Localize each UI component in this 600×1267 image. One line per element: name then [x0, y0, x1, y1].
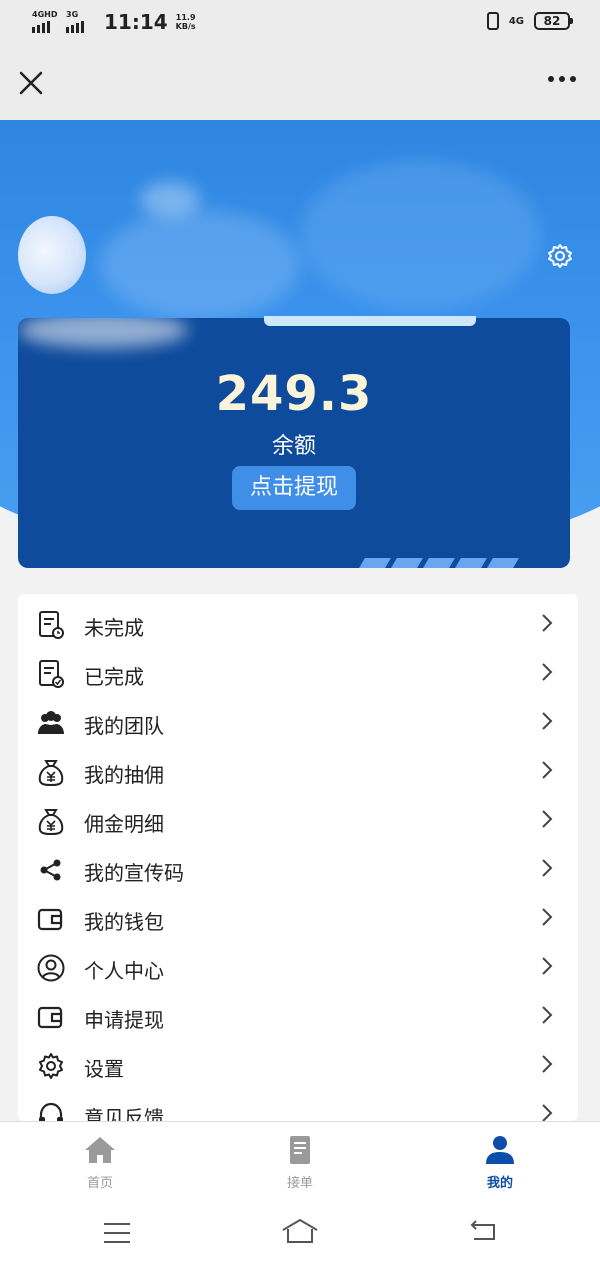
gear-icon — [39, 1053, 63, 1079]
headset-icon — [39, 1102, 63, 1121]
chevron-right-icon — [542, 1055, 553, 1073]
moon-illustration — [18, 216, 86, 294]
menu-item-my-team[interactable]: 我的团队 — [18, 700, 578, 749]
card-notch — [264, 316, 476, 326]
chevron-right-icon — [542, 712, 553, 730]
menu-item-personal-center[interactable]: 个人中心 — [18, 945, 578, 994]
user-circle-icon — [37, 954, 65, 982]
menu-item-my-wallet[interactable]: 我的钱包 — [18, 896, 578, 945]
network-speed: 11.9 KB/s — [175, 13, 196, 31]
signal-3g-icon: 3G — [66, 11, 92, 33]
document-icon — [290, 1136, 310, 1164]
chevron-right-icon — [542, 810, 553, 828]
chevron-right-icon — [542, 908, 553, 926]
menu-item-settings[interactable]: 设置 — [18, 1043, 578, 1092]
more-options-button[interactable] — [548, 76, 576, 82]
menu-item-my-commission[interactable]: 我的抽佣 — [18, 749, 578, 798]
tab-orders[interactable]: 接单 — [240, 1134, 360, 1191]
bottom-tab-bar: 首页 接单 我的 — [0, 1121, 600, 1206]
status-bar: 4GHD 3G 11:14 11.9 KB/s 4G 82 — [0, 0, 600, 46]
system-navigation-bar — [0, 1205, 600, 1267]
decorative-stripes — [359, 558, 519, 568]
menu-item-completed[interactable]: 已完成 — [18, 651, 578, 700]
money-bag-icon — [38, 809, 64, 836]
wallet-icon — [37, 908, 63, 931]
home-icon — [85, 1137, 115, 1163]
chevron-right-icon — [542, 957, 553, 975]
vibrate-icon — [486, 12, 499, 30]
chevron-right-icon — [542, 614, 553, 632]
network-type: 4G — [508, 15, 524, 27]
team-icon — [38, 711, 64, 734]
home-nav-icon[interactable] — [280, 1217, 320, 1245]
pending-document-icon — [39, 611, 64, 639]
chevron-right-icon — [542, 761, 553, 779]
balance-label: 余额 — [271, 434, 316, 459]
menu-item-pending[interactable]: 未完成 — [18, 602, 578, 651]
user-icon — [486, 1136, 514, 1164]
menu-item-apply-withdrawal[interactable]: 申请提现 — [18, 994, 578, 1043]
withdraw-button[interactable]: 点击提现 — [232, 466, 356, 510]
balance-card: 249.3 余额 点击提现 — [18, 318, 570, 568]
menu-item-commission-details[interactable]: 佣金明细 — [18, 798, 578, 847]
close-icon[interactable] — [16, 68, 46, 98]
signal-4g-icon: 4GHD — [32, 11, 58, 33]
chevron-right-icon — [542, 1006, 553, 1024]
settings-gear-icon[interactable] — [546, 242, 574, 270]
wallet-icon — [37, 1006, 63, 1029]
completed-document-icon — [39, 660, 64, 688]
battery-indicator: 82 — [534, 12, 573, 30]
back-icon[interactable] — [468, 1219, 498, 1243]
balance-amount: 249.3 — [215, 366, 373, 422]
menu-icon[interactable] — [102, 1221, 132, 1245]
menu-list: 未完成 已完成 我的团队 我的抽佣 佣金明细 我的宣传码 我的钱包 个人中心 申… — [18, 594, 578, 1121]
tab-home[interactable]: 首页 — [40, 1134, 160, 1191]
menu-item-promo-code[interactable]: 我的宣传码 — [18, 847, 578, 896]
tab-mine[interactable]: 我的 — [440, 1134, 560, 1191]
top-navbar — [0, 46, 600, 120]
clock: 11:14 — [104, 10, 168, 34]
menu-item-feedback[interactable]: 意见反馈 — [18, 1092, 578, 1121]
chevron-right-icon — [542, 859, 553, 877]
chevron-right-icon — [542, 663, 553, 681]
chevron-right-icon — [542, 1104, 553, 1121]
money-bag-icon — [38, 760, 64, 787]
share-icon — [40, 859, 61, 881]
